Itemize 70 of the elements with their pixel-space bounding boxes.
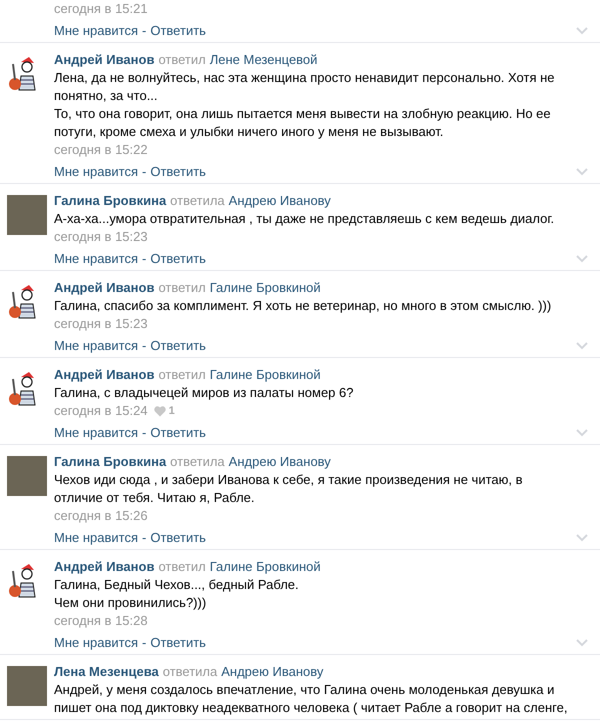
photo-placeholder[interactable] — [7, 195, 47, 235]
reply-link[interactable]: Ответить — [150, 634, 206, 652]
author-link[interactable]: Галина Бровкина — [54, 453, 166, 471]
addressee-link[interactable]: Андрею Иванову — [228, 453, 331, 471]
like-link[interactable]: Мне нравится — [54, 634, 138, 652]
author-link[interactable]: Галина Бровкина — [54, 192, 166, 210]
addressee-link[interactable]: Лене Мезенцевой — [210, 51, 318, 69]
like-count: 1 — [168, 404, 175, 419]
addressee-link[interactable]: Андрею Иванову — [221, 663, 324, 681]
action-separator: - — [141, 634, 148, 652]
action-separator: - — [141, 250, 148, 268]
reply-verb: ответил — [158, 51, 206, 69]
comment-text: Чем они провинились?))) — [54, 594, 208, 612]
heart-icon[interactable] — [154, 406, 166, 416]
comment-text: Галина, спасибо за комплимент. Я хоть не ветеринар, но много в этом смыслю. ))) — [54, 297, 552, 315]
action-separator: - — [141, 22, 148, 40]
addressee-link[interactable]: Галине Бровкиной — [210, 279, 321, 297]
like-link[interactable]: Мне нравится — [54, 529, 138, 547]
comment-time: сегодня в 15:23 — [54, 315, 148, 333]
chevron-down-icon[interactable] — [576, 168, 588, 176]
addressee-link[interactable]: Галине Бровкиной — [210, 558, 321, 576]
chevron-down-icon[interactable] — [576, 342, 588, 350]
addressee-link[interactable]: Андрею Иванову — [228, 192, 331, 210]
like-link[interactable]: Мне нравится — [54, 163, 138, 181]
comment-text: Лена, да не волнуйтесь, нас эта женщина просто ненавидит персонально. Хотя не понятно, за что... — [54, 69, 556, 105]
author-link[interactable]: Андрей Иванов — [54, 558, 154, 576]
like-link[interactable]: Мне нравится — [54, 424, 138, 442]
reply-link[interactable]: Ответить — [150, 337, 206, 355]
comment-text: Чехов иди сюда , и забери Иванова к себе, я такие произведения не читаю, в отличие от тебя. Читаю я, Рабле. — [54, 471, 524, 507]
comment-time: сегодня в 15:23 — [54, 228, 148, 246]
action-separator: - — [141, 163, 148, 181]
like-link[interactable]: Мне нравится — [54, 337, 138, 355]
chevron-down-icon[interactable] — [576, 534, 588, 542]
reply-verb: ответил — [158, 558, 206, 576]
author-link[interactable]: Андрей Иванов — [54, 366, 154, 384]
comment-text: Галина, с владычецей миров из палаты номер 6? — [54, 384, 354, 402]
author-link[interactable]: Андрей Иванов — [54, 51, 154, 69]
photo-placeholder[interactable] — [7, 456, 47, 496]
reply-verb: ответила — [162, 663, 218, 681]
chevron-down-icon[interactable] — [576, 255, 588, 263]
like-link[interactable]: Мне нравится — [54, 22, 138, 40]
comment-text: То, что она говорит, она лишь пытается меня вывести на злобную реакцию. Но ее потуги, кроме смеха и улыбки ничего иного у меня не вызывают. — [54, 105, 552, 141]
reply-link[interactable]: Ответить — [150, 529, 206, 547]
reply-link[interactable]: Ответить — [150, 163, 206, 181]
author-link[interactable]: Лена Мезенцева — [54, 663, 159, 681]
photo-placeholder[interactable] — [7, 666, 47, 706]
author-link[interactable]: Андрей Иванов — [54, 279, 154, 297]
action-separator: - — [141, 337, 148, 355]
comment-time: сегодня в 15:22 — [54, 141, 148, 159]
reply-verb: ответил — [158, 366, 206, 384]
reply-verb: ответила — [170, 192, 225, 210]
addressee-link[interactable]: Галине Бровкиной — [210, 366, 321, 384]
like-link[interactable]: Мне нравится — [54, 250, 138, 268]
reply-link[interactable]: Ответить — [150, 22, 206, 40]
action-separator: - — [141, 529, 148, 547]
comment-text: А-ха-ха...умора отвратительная , ты даже не представляешь с кем ведешь диалог. — [54, 210, 556, 228]
chevron-down-icon[interactable] — [576, 27, 588, 35]
reply-verb: ответил — [158, 279, 206, 297]
comment-time: сегодня в 15:26 — [54, 507, 148, 525]
comment-time: сегодня в 15:21 — [54, 0, 148, 18]
chevron-down-icon[interactable] — [576, 429, 588, 437]
chevron-down-icon[interactable] — [576, 639, 588, 647]
comment-text: Андрей, у меня создалось впечатление, что Галина очень молоденькая девушка и пишет она под диктовку неадекватного человека ( читает Рабле а говорит на сленге, — [54, 681, 568, 717]
reply-link[interactable]: Ответить — [150, 250, 206, 268]
reply-verb: ответила — [170, 453, 225, 471]
comment-time: сегодня в 15:24 — [54, 402, 148, 420]
comment-time: сегодня в 15:28 — [54, 612, 148, 630]
comment-text: Галина, Бедный Чехов..., бедный Рабле. — [54, 576, 300, 594]
action-separator: - — [141, 424, 148, 442]
reply-link[interactable]: Ответить — [150, 424, 206, 442]
